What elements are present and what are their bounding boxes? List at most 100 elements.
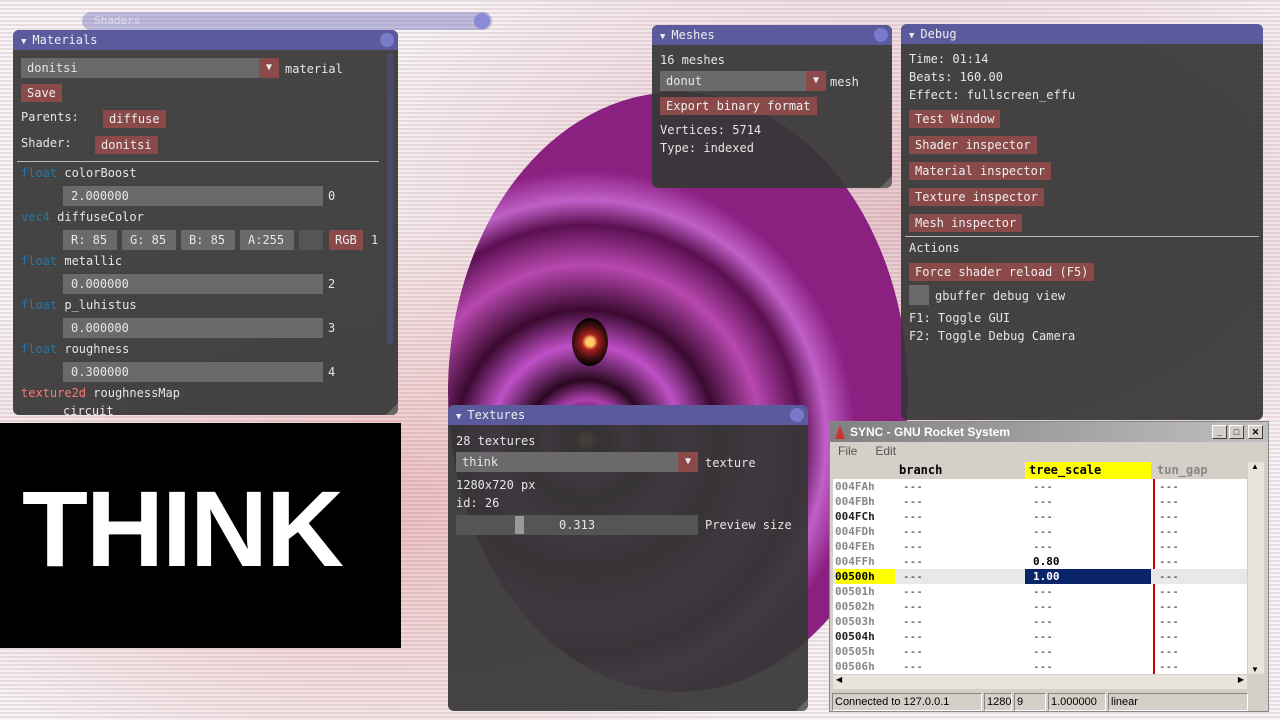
menu-edit[interactable]: Edit xyxy=(875,444,896,458)
track-cell[interactable]: --- xyxy=(903,584,923,599)
track-cell[interactable]: --- xyxy=(1159,629,1179,644)
resize-grip[interactable] xyxy=(880,176,892,188)
track-cell[interactable]: --- xyxy=(1033,614,1053,629)
resize-grip[interactable] xyxy=(796,699,808,711)
mesh-select[interactable]: donut ▼ xyxy=(660,71,826,91)
track-cell[interactable]: --- xyxy=(903,524,923,539)
track-cell[interactable]: --- xyxy=(1159,494,1179,509)
track-cell[interactable]: --- xyxy=(1033,494,1053,509)
track-cell[interactable]: --- xyxy=(903,569,923,584)
track-header-tree-scale[interactable]: tree_scale xyxy=(1029,462,1101,479)
rocket-titlebar[interactable]: SYNC - GNU Rocket System _ □ ✕ xyxy=(830,422,1268,442)
collapse-icon[interactable]: ▼ xyxy=(456,412,461,422)
menu-file[interactable]: File xyxy=(838,444,857,458)
track-cell[interactable]: --- xyxy=(903,644,923,659)
scroll-left-icon[interactable]: ◀ xyxy=(836,675,842,684)
track-cell[interactable]: 0.80 xyxy=(1033,554,1060,569)
track-cell[interactable]: --- xyxy=(1159,479,1179,494)
material-select[interactable]: donitsi ▼ xyxy=(21,58,279,78)
chevron-down-icon[interactable]: ▼ xyxy=(678,452,698,472)
test-window-button[interactable]: Test Window xyxy=(909,110,1001,128)
chevron-down-icon[interactable]: ▼ xyxy=(806,71,826,91)
close-button[interactable] xyxy=(874,28,888,42)
track-cell[interactable]: 1.00 xyxy=(1033,569,1060,584)
colorboost-field[interactable]: 2.000000 xyxy=(63,186,323,206)
shaders-window-collapsed[interactable]: Shaders xyxy=(82,12,492,30)
a-field[interactable]: A:255 xyxy=(240,230,294,250)
track-cell[interactable]: --- xyxy=(1033,599,1053,614)
gbuffer-checkbox[interactable] xyxy=(909,285,929,305)
debug-titlebar[interactable]: ▼ Debug xyxy=(901,24,1263,44)
track-cell[interactable]: --- xyxy=(903,509,923,524)
track-cell[interactable]: --- xyxy=(903,614,923,629)
track-cell[interactable]: --- xyxy=(903,494,923,509)
mesh-inspector-button[interactable]: Mesh inspector xyxy=(909,214,1023,232)
track-cell[interactable]: --- xyxy=(903,554,923,569)
vertical-scrollbar[interactable]: ▲ ▼ xyxy=(1248,462,1264,674)
close-button[interactable] xyxy=(380,33,394,47)
track-cell[interactable]: --- xyxy=(1033,524,1053,539)
b-field[interactable]: B: 85 xyxy=(181,230,235,250)
maximize-button[interactable]: □ xyxy=(1229,425,1244,439)
track-cell[interactable]: --- xyxy=(1033,584,1053,599)
material-inspector-button[interactable]: Material inspector xyxy=(909,162,1052,180)
scroll-right-icon[interactable]: ▶ xyxy=(1238,675,1244,684)
g-field[interactable]: G: 85 xyxy=(122,230,176,250)
track-cell[interactable]: --- xyxy=(1033,479,1053,494)
export-binary-button[interactable]: Export binary format xyxy=(660,97,817,115)
track-cell[interactable]: --- xyxy=(1033,644,1053,659)
close-button[interactable]: ✕ xyxy=(1248,425,1263,439)
texture-inspector-button[interactable]: Texture inspector xyxy=(909,188,1044,206)
track-cell[interactable]: --- xyxy=(1159,539,1179,554)
track-cell[interactable]: --- xyxy=(1033,539,1053,554)
track-cell[interactable]: --- xyxy=(1159,584,1179,599)
p-luhistus-field[interactable]: 0.000000 xyxy=(63,318,323,338)
horizontal-scrollbar[interactable]: ◀ ▶ xyxy=(833,675,1247,689)
scroll-up-icon[interactable]: ▲ xyxy=(1251,462,1259,471)
collapse-icon[interactable]: ▼ xyxy=(21,37,26,47)
scrollbar[interactable] xyxy=(387,54,393,344)
track-grid[interactable]: branch tree_scale tun_gap 004FAh --- --- --… xyxy=(833,462,1247,674)
meshes-titlebar[interactable]: ▼ Meshes xyxy=(652,25,892,45)
track-cell[interactable]: --- xyxy=(1159,599,1179,614)
textures-titlebar[interactable]: ▼ Textures xyxy=(448,405,808,425)
track-cell[interactable]: --- xyxy=(1159,659,1179,674)
roughness-field[interactable]: 0.300000 xyxy=(63,362,323,382)
track-cell[interactable]: --- xyxy=(1033,509,1053,524)
scroll-down-icon[interactable]: ▼ xyxy=(1251,665,1259,674)
materials-titlebar[interactable]: ▼ Materials xyxy=(13,30,398,50)
color-swatch[interactable] xyxy=(299,230,323,250)
track-cell[interactable]: --- xyxy=(903,539,923,554)
track-cell[interactable]: --- xyxy=(1159,554,1179,569)
track-cell[interactable]: --- xyxy=(1159,569,1179,584)
track-cell[interactable]: --- xyxy=(1159,524,1179,539)
rgb-mode-button[interactable]: RGB xyxy=(329,230,363,250)
track-cell[interactable]: --- xyxy=(1159,614,1179,629)
track-cell[interactable]: --- xyxy=(903,599,923,614)
close-button[interactable] xyxy=(790,408,804,422)
track-cell[interactable]: --- xyxy=(1033,629,1053,644)
track-cell[interactable]: --- xyxy=(903,479,923,494)
collapse-icon[interactable]: ▼ xyxy=(909,31,914,41)
track-cell[interactable]: --- xyxy=(903,629,923,644)
track-cell[interactable]: --- xyxy=(1159,509,1179,524)
collapse-icon[interactable]: ▼ xyxy=(660,32,665,42)
track-header-tun-gap[interactable]: tun_gap xyxy=(1157,462,1208,479)
force-shader-reload-button[interactable]: Force shader reload (F5) xyxy=(909,263,1095,281)
chevron-down-icon[interactable]: ▼ xyxy=(259,58,279,78)
track-cell[interactable]: --- xyxy=(903,659,923,674)
track-cell[interactable]: --- xyxy=(1033,659,1053,674)
track-header-branch[interactable]: branch xyxy=(899,462,942,479)
save-button[interactable]: Save xyxy=(21,84,62,102)
track-cell[interactable]: --- xyxy=(1159,644,1179,659)
shaders-close-button[interactable] xyxy=(474,13,490,29)
texture-select[interactable]: think ▼ xyxy=(456,452,698,472)
preview-size-slider[interactable]: 0.313 xyxy=(456,515,698,535)
shader-button[interactable]: donitsi xyxy=(95,136,158,154)
resize-grip[interactable] xyxy=(386,403,398,415)
shader-inspector-button[interactable]: Shader inspector xyxy=(909,136,1037,154)
parent-button[interactable]: diffuse xyxy=(103,110,166,128)
metallic-field[interactable]: 0.000000 xyxy=(63,274,323,294)
minimize-button[interactable]: _ xyxy=(1212,425,1227,439)
r-field[interactable]: R: 85 xyxy=(63,230,117,250)
